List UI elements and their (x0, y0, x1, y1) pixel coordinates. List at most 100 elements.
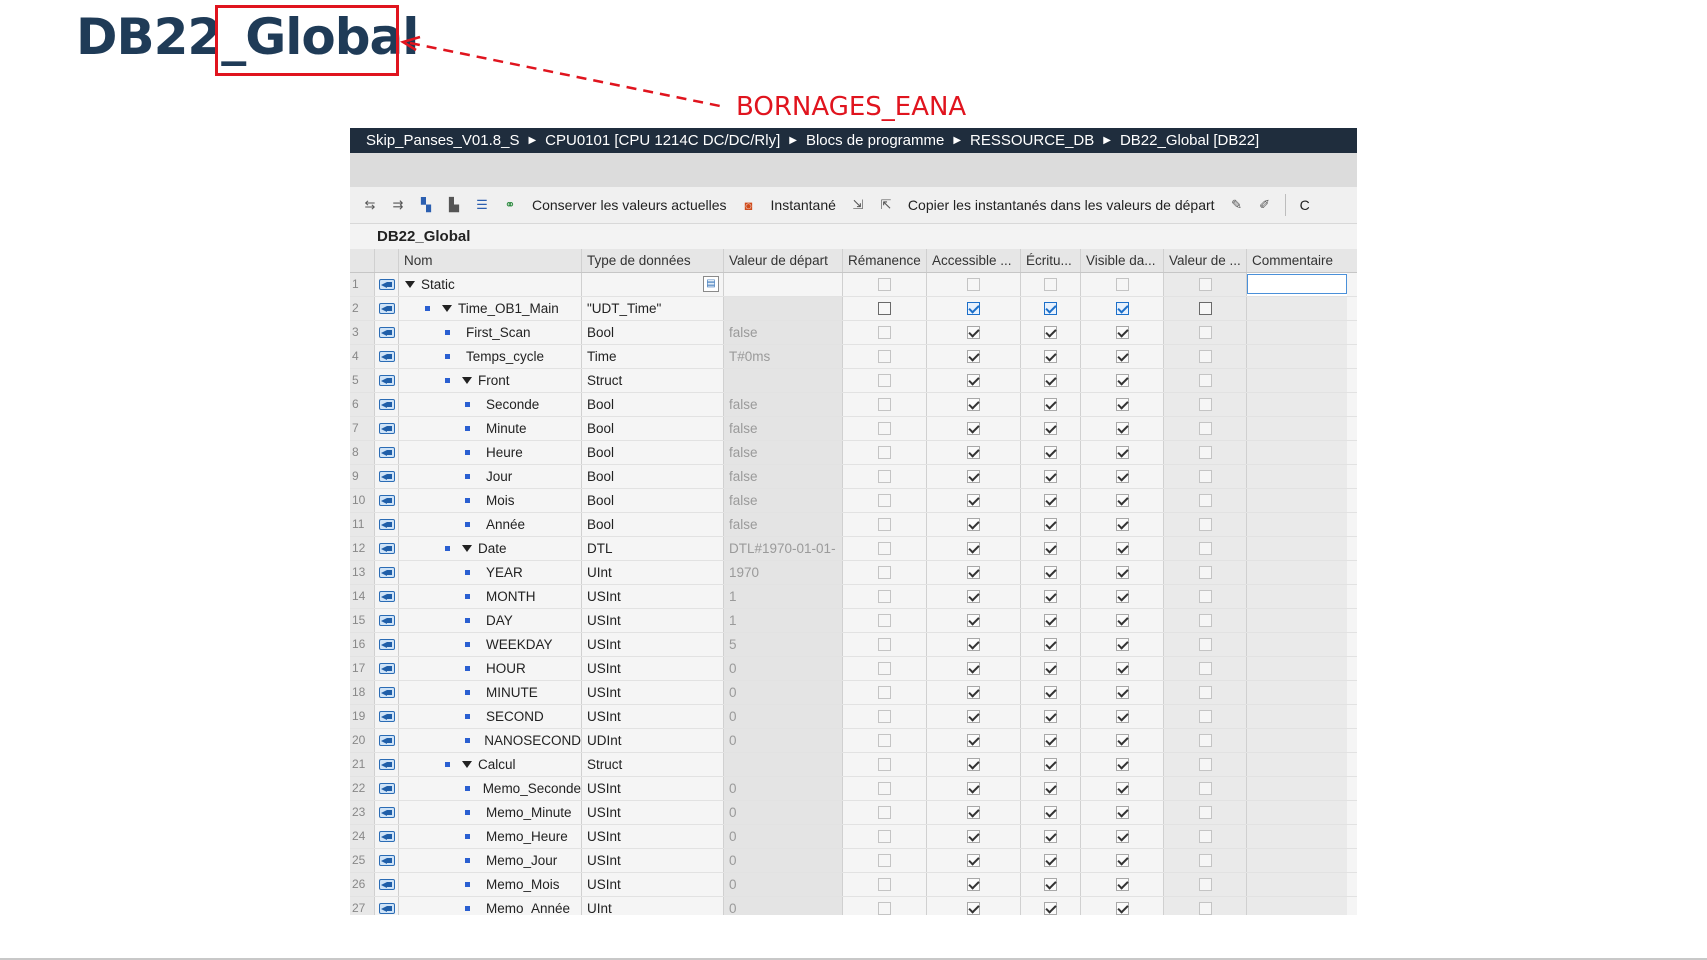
accessible-checkbox[interactable] (967, 326, 980, 339)
visible-checkbox[interactable] (1115, 566, 1129, 579)
expand-icon[interactable] (442, 305, 452, 312)
col-header-valeur[interactable]: Valeur de départ (724, 249, 843, 272)
breadcrumb-program-blocks[interactable]: Blocs de programme (806, 132, 944, 149)
remanence-checkbox[interactable] (878, 758, 891, 771)
table-row[interactable]: 16 WEEKDAY USInt 5 (350, 633, 1357, 657)
accessible-checkbox[interactable] (967, 374, 980, 387)
insert-row-icon[interactable]: ⇆ (361, 196, 379, 214)
row-start-value[interactable]: 0 (724, 825, 843, 848)
ecriture-checkbox[interactable] (1044, 830, 1057, 843)
table-row[interactable]: 4 Temps_cycle Time T#0ms (350, 345, 1357, 369)
snapshot-icon[interactable]: ◙ (740, 196, 758, 214)
keep-values-button[interactable]: Conserver les valeurs actuelles (532, 197, 727, 213)
valeur-cfg-checkbox[interactable] (1198, 542, 1212, 555)
row-name-cell[interactable]: Memo_Minute (399, 801, 582, 824)
visible-checkbox[interactable] (1115, 398, 1129, 411)
valeur-cfg-checkbox[interactable] (1198, 638, 1212, 651)
ecriture-checkbox[interactable] (1044, 662, 1057, 675)
row-name-cell[interactable]: DAY (399, 609, 582, 632)
ecriture-checkbox[interactable] (1044, 686, 1057, 699)
visible-checkbox[interactable] (1115, 542, 1129, 555)
row-comment[interactable] (1247, 393, 1347, 416)
collapse-all-icon[interactable]: ▙ (445, 196, 463, 214)
valeur-cfg-checkbox[interactable] (1198, 782, 1212, 795)
accessible-checkbox[interactable] (967, 566, 980, 579)
table-row[interactable]: 22 Memo_Seconde USInt 0 (350, 777, 1357, 801)
table-row[interactable]: 18 MINUTE USInt 0 (350, 681, 1357, 705)
load-values-icon[interactable]: ✐ (1256, 196, 1274, 214)
table-row[interactable]: 2 Time_OB1_Main "UDT_Time" (350, 297, 1357, 321)
row-comment[interactable] (1247, 273, 1347, 296)
accessible-checkbox[interactable] (967, 782, 980, 795)
row-comment[interactable] (1247, 609, 1347, 632)
visible-checkbox[interactable] (1115, 374, 1129, 387)
snapshot-button[interactable]: Instantané (771, 197, 836, 213)
row-type[interactable]: USInt (582, 633, 724, 656)
remanence-checkbox[interactable] (878, 878, 891, 891)
table-row[interactable]: 25 Memo_Jour USInt 0 (350, 849, 1357, 873)
row-type[interactable]: Bool (582, 321, 724, 344)
accessible-checkbox[interactable] (967, 830, 980, 843)
row-start-value[interactable]: 0 (724, 729, 843, 752)
ecriture-checkbox[interactable] (1044, 350, 1057, 363)
table-row[interactable]: 14 MONTH USInt 1 (350, 585, 1357, 609)
accessible-checkbox[interactable] (967, 710, 980, 723)
visible-checkbox[interactable] (1115, 326, 1129, 339)
row-comment[interactable] (1247, 777, 1347, 800)
row-start-value[interactable] (724, 297, 843, 320)
table-row[interactable]: 1 Static ▤ (350, 273, 1357, 297)
accessible-checkbox[interactable] (967, 614, 980, 627)
row-start-value[interactable]: 1 (724, 585, 843, 608)
remanence-checkbox[interactable] (878, 710, 891, 723)
row-name-cell[interactable]: Minute (399, 417, 582, 440)
ecriture-checkbox[interactable] (1044, 902, 1057, 915)
copy-snapshots-button[interactable]: Copier les instantanés dans les valeurs … (908, 197, 1215, 213)
row-type[interactable]: USInt (582, 825, 724, 848)
row-start-value[interactable]: false (724, 489, 843, 512)
row-comment[interactable] (1247, 561, 1347, 584)
ecriture-checkbox[interactable] (1044, 710, 1057, 723)
row-name-cell[interactable]: Static (399, 273, 582, 296)
row-comment[interactable] (1247, 465, 1347, 488)
row-name-cell[interactable]: Memo_Mois (399, 873, 582, 896)
row-start-value[interactable]: false (724, 393, 843, 416)
valeur-cfg-checkbox[interactable] (1198, 398, 1212, 411)
row-name-cell[interactable]: Memo_Heure (399, 825, 582, 848)
visible-checkbox[interactable] (1115, 614, 1129, 627)
ecriture-checkbox[interactable] (1044, 782, 1057, 795)
row-type[interactable]: "UDT_Time" (582, 297, 724, 320)
accessible-checkbox[interactable] (967, 590, 980, 603)
breadcrumb-db[interactable]: DB22_Global [DB22] (1120, 132, 1259, 149)
remanence-checkbox[interactable] (878, 686, 891, 699)
accessible-checkbox[interactable] (967, 638, 980, 651)
row-name-cell[interactable]: Heure (399, 441, 582, 464)
remanence-checkbox[interactable] (878, 830, 891, 843)
expand-icon[interactable] (462, 545, 472, 552)
valeur-cfg-checkbox[interactable] (1198, 806, 1212, 819)
row-name-cell[interactable]: Time_OB1_Main (399, 297, 582, 320)
row-name-cell[interactable]: MINUTE (399, 681, 582, 704)
accessible-checkbox[interactable] (967, 878, 980, 891)
type-picker-icon[interactable]: ▤ (703, 276, 719, 292)
accessible-checkbox[interactable] (967, 854, 980, 867)
row-name-cell[interactable]: YEAR (399, 561, 582, 584)
ecriture-checkbox[interactable] (1044, 758, 1057, 771)
visible-checkbox[interactable] (1115, 350, 1129, 363)
comment-edit-box[interactable] (1247, 274, 1347, 294)
row-comment[interactable] (1247, 297, 1347, 320)
row-type[interactable]: Time (582, 345, 724, 368)
row-type[interactable]: Bool (582, 465, 724, 488)
breadcrumb-project[interactable]: Skip_Panses_V01.8_S (366, 132, 519, 149)
expand-icon[interactable] (462, 761, 472, 768)
valeur-cfg-checkbox[interactable] (1198, 758, 1212, 771)
row-type[interactable]: UInt (582, 561, 724, 584)
load-start-values-icon[interactable]: ✎ (1228, 196, 1246, 214)
valeur-cfg-checkbox[interactable] (1198, 854, 1212, 867)
table-row[interactable]: 24 Memo_Heure USInt 0 (350, 825, 1357, 849)
ecriture-checkbox[interactable] (1044, 854, 1057, 867)
accessible-checkbox[interactable] (967, 542, 980, 555)
row-type[interactable]: Bool (582, 513, 724, 536)
table-row[interactable]: 21 Calcul Struct (350, 753, 1357, 777)
ecriture-checkbox[interactable] (1044, 566, 1057, 579)
row-start-value[interactable]: 5 (724, 633, 843, 656)
